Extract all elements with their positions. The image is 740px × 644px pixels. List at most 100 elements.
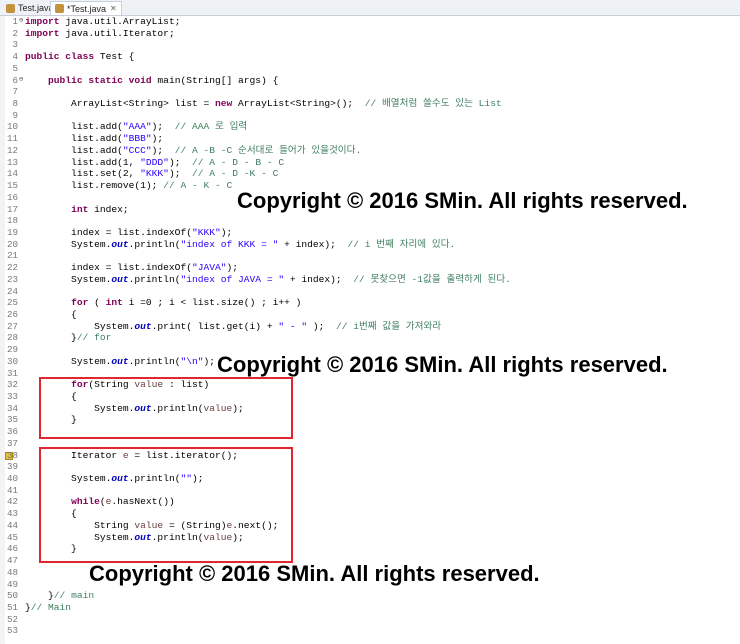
code-line[interactable]: 26 { [0, 309, 740, 321]
code-line[interactable]: 13 list.add(1, "DDD"); // A - D - B - C [0, 157, 740, 169]
code-text: import java.util.ArrayList; [25, 16, 180, 28]
code-text: }// Main [25, 602, 71, 614]
code-line[interactable]: 3 [0, 39, 740, 51]
code-line[interactable]: 1 ⊖ import java.util.ArrayList; [0, 16, 740, 28]
code-text: System.out.println("index of JAVA = " + … [25, 274, 511, 286]
code-line[interactable]: 4 public class Test { [0, 51, 740, 63]
code-line[interactable]: 9 [0, 110, 740, 122]
line-number: 2 [12, 27, 18, 39]
line-number: 36 [6, 426, 18, 438]
code-line[interactable]: 18 [0, 215, 740, 227]
line-number: 12 [6, 144, 18, 156]
code-line[interactable]: 22 index = list.indexOf("JAVA"); [0, 262, 740, 274]
code-token: "KKK" [140, 168, 169, 180]
line-number: 37 [6, 437, 18, 449]
code-text: list.remove(1); // A - K - C [25, 180, 232, 192]
code-text: list.add("CCC"); // A -B -C 순서대로 들어가 있을것… [25, 145, 361, 157]
code-token: out [111, 355, 129, 367]
line-number: 4 [12, 51, 18, 63]
code-line[interactable]: 51}// Main [0, 602, 740, 614]
code-token: "\n" [180, 355, 204, 367]
code-line[interactable]: 53 [0, 625, 740, 637]
code-token: // A - D -K - C [191, 168, 279, 180]
code-line[interactable]: 28 }// for [0, 332, 740, 344]
tab-test-java-modified[interactable]: *Test.java ✕ [50, 1, 122, 15]
fold-toggle-icon[interactable]: ⊖ [19, 16, 23, 28]
code-token: ); [226, 262, 239, 274]
line-number: 5 [12, 62, 18, 74]
code-line[interactable]: 12 list.add("CCC"); // A -B -C 순서대로 들어가 … [0, 145, 740, 157]
code-text: public static void main(String[] args) { [25, 75, 278, 87]
code-token: ArrayList<String> list = [25, 98, 215, 110]
code-token: "index of JAVA = " [180, 273, 285, 285]
code-line[interactable]: 2 import java.util.Iterator; [0, 28, 740, 40]
line-number: 44 [6, 519, 18, 531]
code-token: out [111, 238, 129, 250]
code-text: int index; [25, 204, 129, 216]
code-token: // for [76, 332, 112, 344]
line-number: 52 [6, 613, 18, 625]
code-line[interactable]: 23 System.out.println("index of JAVA = "… [0, 274, 740, 286]
code-line[interactable]: 25 for ( int i =0 ; i < list.size() ; i+… [0, 297, 740, 309]
line-number: 42 [6, 496, 18, 508]
line-number: 27 [6, 320, 18, 332]
code-token: // 못찾으면 -1값을 출력하게 된다. [353, 273, 511, 285]
code-token: main(String[] args) { [151, 74, 279, 86]
code-token: // A - K - C [163, 180, 233, 192]
line-number: 16 [6, 191, 18, 203]
code-line[interactable]: 19 index = list.indexOf("KKK"); [0, 227, 740, 239]
line-number: 9 [12, 109, 18, 121]
line-number: 33 [6, 391, 18, 402]
code-token: java.util.Iterator; [65, 27, 175, 39]
code-text: public class Test { [25, 51, 134, 63]
code-token: System. [25, 238, 112, 250]
code-line[interactable]: 5 [0, 63, 740, 75]
line-number: 23 [6, 273, 18, 285]
code-token: // i 번째 자리에 있다. [347, 238, 456, 250]
code-token: public class [25, 51, 95, 63]
line-number: 10 [6, 121, 18, 133]
code-token: int [105, 297, 123, 309]
code-line[interactable]: 10 list.add("AAA"); // AAA 로 입력 [0, 121, 740, 133]
code-token: ); [151, 133, 164, 145]
code-token: } [25, 590, 54, 602]
line-number: 18 [6, 215, 18, 227]
code-token: index = list.indexOf( [25, 226, 192, 238]
code-token: java.util.ArrayList; [65, 16, 181, 27]
code-line[interactable]: 50 }// main [0, 590, 740, 602]
fold-toggle-icon[interactable]: ⊖ [19, 75, 23, 87]
code-line[interactable]: 6 ⊖ public static void main(String[] args… [0, 75, 740, 87]
line-number: 43 [6, 508, 18, 520]
code-line[interactable]: 7 [0, 86, 740, 98]
line-number: 29 [6, 344, 18, 356]
code-line[interactable]: 14 list.set(2, "KKK"); // A - D -K - C [0, 168, 740, 180]
code-token: ); [168, 156, 192, 168]
code-editor[interactable]: 1 ⊖ import java.util.ArrayList; 2 import jav… [0, 16, 740, 644]
code-text: System.out.println("\n"); [25, 356, 215, 368]
code-token: list.add(1, [25, 156, 141, 168]
code-line[interactable]: 20 System.out.println("index of KKK = " … [0, 239, 740, 251]
code-line[interactable]: 8 ArrayList<String> list = new ArrayList… [0, 98, 740, 110]
close-icon[interactable]: ✕ [110, 4, 117, 13]
code-token: "JAVA" [191, 262, 227, 274]
code-token: // A -B -C 순서대로 들어가 있을것이다. [174, 144, 362, 156]
code-token: import [25, 16, 60, 27]
highlight-box-for-each [39, 377, 293, 439]
code-line[interactable]: 11 list.add("BBB"); [0, 133, 740, 145]
line-number: 15 [6, 180, 18, 192]
code-line[interactable]: 21 [0, 250, 740, 262]
copyright-watermark: Copyright © 2016 SMin. All rights reserv… [217, 352, 668, 377]
code-token: // 배열처럼 쓸수도 있는 List [364, 98, 502, 110]
line-number: 7 [12, 86, 18, 98]
code-token: // Main [30, 601, 72, 613]
code-token: "BBB" [122, 133, 152, 145]
code-line[interactable]: 27 System.out.print( list.get(i) + " - "… [0, 321, 740, 333]
code-text: System.out.println("index of KKK = " + i… [25, 239, 455, 251]
code-line[interactable]: 24 [0, 286, 740, 298]
code-text: list.add(1, "DDD"); // A - D - B - C [25, 157, 284, 169]
code-text: ArrayList<String> list = new ArrayList<S… [25, 98, 502, 110]
code-token: list.add( [25, 133, 123, 145]
code-line[interactable]: 52 [0, 614, 740, 626]
